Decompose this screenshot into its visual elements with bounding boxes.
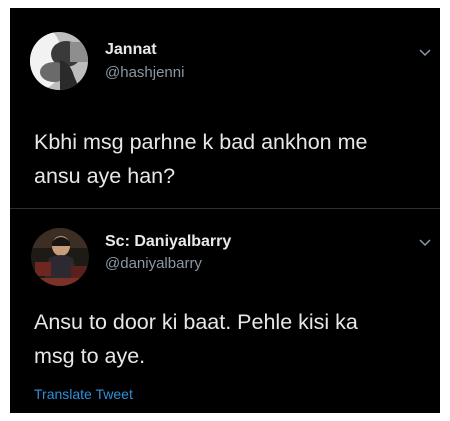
avatar[interactable]: [31, 228, 89, 286]
translate-tweet-link[interactable]: Translate Tweet: [34, 385, 133, 403]
tweet-text-line: Ansu to door ki baat. Pehle kisi ka: [34, 310, 358, 334]
tweet-text: Ansu to door ki baat. Pehle kisi ka msg …: [34, 305, 424, 373]
username[interactable]: @daniyalbarry: [105, 255, 202, 273]
display-name[interactable]: Jannat: [105, 41, 157, 59]
username[interactable]: @hashjenni: [105, 64, 184, 82]
display-name[interactable]: Sc: Daniyalbarry: [105, 233, 231, 251]
chevron-down-icon[interactable]: [418, 238, 432, 248]
tweet-text-line: ansu aye han?: [34, 164, 176, 188]
tweet-text-line: Kbhi msg parhne k bad ankhon me: [34, 130, 368, 154]
tweet-text: Kbhi msg parhne k bad ankhon me ansu aye…: [34, 125, 424, 193]
avatar[interactable]: [30, 32, 88, 90]
tweet-jannat[interactable]: Jannat @hashjenni Kbhi msg parhne k bad …: [10, 8, 440, 208]
tweet-thread: Jannat @hashjenni Kbhi msg parhne k bad …: [10, 8, 440, 413]
tweet-daniyalbarry[interactable]: Sc: Daniyalbarry @daniyalbarry Ansu to d…: [10, 208, 440, 413]
chevron-down-icon[interactable]: [418, 48, 432, 58]
tweet-text-line: msg to aye.: [34, 344, 146, 368]
